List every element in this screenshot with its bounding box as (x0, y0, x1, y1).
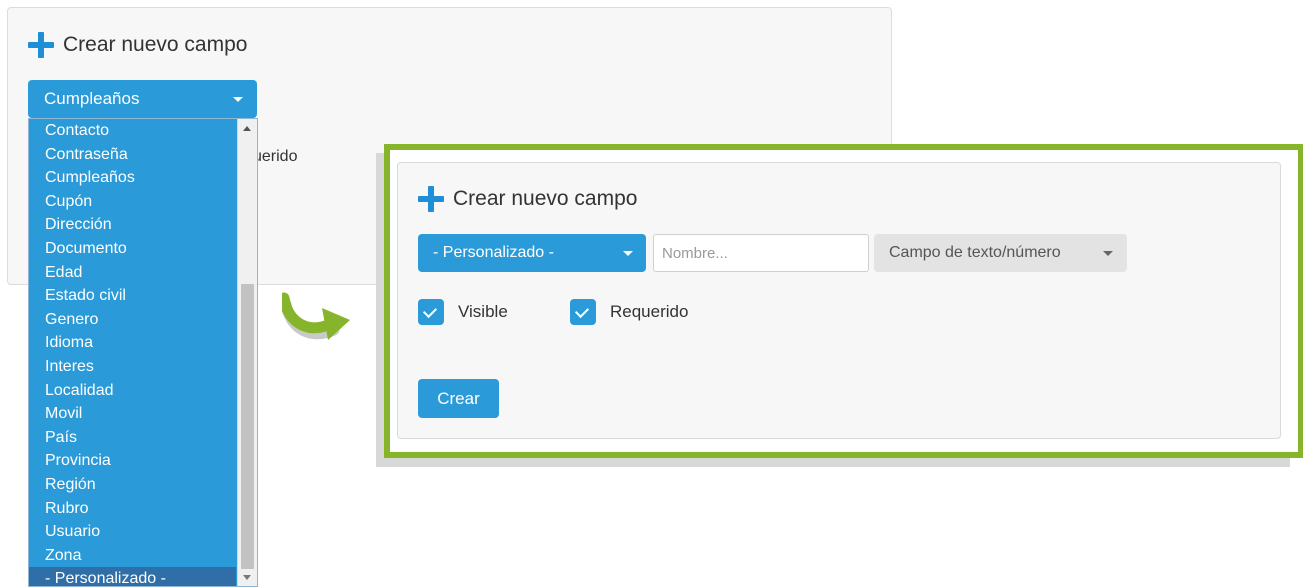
dropdown-option[interactable]: Estado civil (29, 284, 236, 308)
chevron-down-icon (623, 251, 633, 256)
dropdown-option[interactable]: Edad (29, 261, 236, 285)
dropdown-option[interactable]: Dirección (29, 213, 236, 237)
create-button[interactable]: Crear (418, 379, 499, 418)
dropdown-option[interactable]: Localidad (29, 379, 236, 403)
dropdown-selected-label: Cumpleaños (44, 89, 140, 108)
name-input[interactable] (653, 234, 869, 272)
required-label: Requerido (610, 302, 689, 321)
dropdown-option[interactable]: Contraseña (29, 143, 236, 167)
dropdown-option[interactable]: Documento (29, 237, 236, 261)
curved-arrow-icon (282, 292, 350, 340)
dropdown-option[interactable]: Provincia (29, 449, 236, 473)
custom-type-label: - Personalizado - (433, 244, 554, 261)
custom-type-dropdown[interactable]: - Personalizado - (418, 234, 646, 272)
field-format-label: Campo de texto/número (889, 244, 1061, 261)
dropdown-option[interactable]: Cupón (29, 190, 236, 214)
dropdown-options: Contacto Contraseña Cumpleaños Cupón Direcci… (29, 119, 236, 586)
panel-title-text: Crear nuevo campo (63, 33, 248, 56)
dropdown-option[interactable]: Contacto (29, 119, 236, 143)
panel-title: Crear nuevo campo (28, 32, 247, 58)
visible-checkbox-row[interactable]: Visible (418, 299, 508, 325)
required-label-partial: uerido (253, 148, 298, 165)
dropdown-option[interactable]: Cumpleaños (29, 166, 236, 190)
dropdown-option[interactable]: Idioma (29, 331, 236, 355)
form-title-text: Crear nuevo campo (453, 187, 638, 210)
plus-icon (418, 186, 444, 212)
scrollbar-thumb[interactable] (241, 284, 254, 569)
scroll-up-icon[interactable] (243, 126, 251, 131)
required-checkbox[interactable] (570, 299, 596, 325)
dropdown-option[interactable]: Región (29, 473, 236, 497)
visible-checkbox[interactable] (418, 299, 444, 325)
scroll-down-icon[interactable] (243, 575, 251, 580)
dropdown-option[interactable]: Rubro (29, 497, 236, 521)
dropdown-scrollbar[interactable] (237, 119, 257, 586)
dropdown-option[interactable]: Genero (29, 308, 236, 332)
dropdown-option[interactable]: Usuario (29, 520, 236, 544)
field-type-dropdown-button[interactable]: Cumpleaños (28, 80, 257, 118)
plus-icon (28, 32, 54, 58)
dropdown-option[interactable]: País (29, 426, 236, 450)
dropdown-option[interactable]: Interes (29, 355, 236, 379)
dropdown-option[interactable]: - Personalizado - (29, 567, 236, 586)
dropdown-list[interactable]: Contacto Contraseña Cumpleaños Cupón Direcci… (28, 118, 258, 587)
chevron-down-icon (1103, 251, 1113, 256)
required-checkbox-row[interactable]: Requerido (570, 299, 688, 325)
form-title: Crear nuevo campo (418, 186, 637, 212)
visible-label: Visible (458, 302, 508, 321)
dropdown-option[interactable]: Zona (29, 544, 236, 568)
chevron-down-icon (233, 97, 243, 102)
field-format-dropdown[interactable]: Campo de texto/número (874, 234, 1127, 272)
dropdown-option[interactable]: Movil (29, 402, 236, 426)
